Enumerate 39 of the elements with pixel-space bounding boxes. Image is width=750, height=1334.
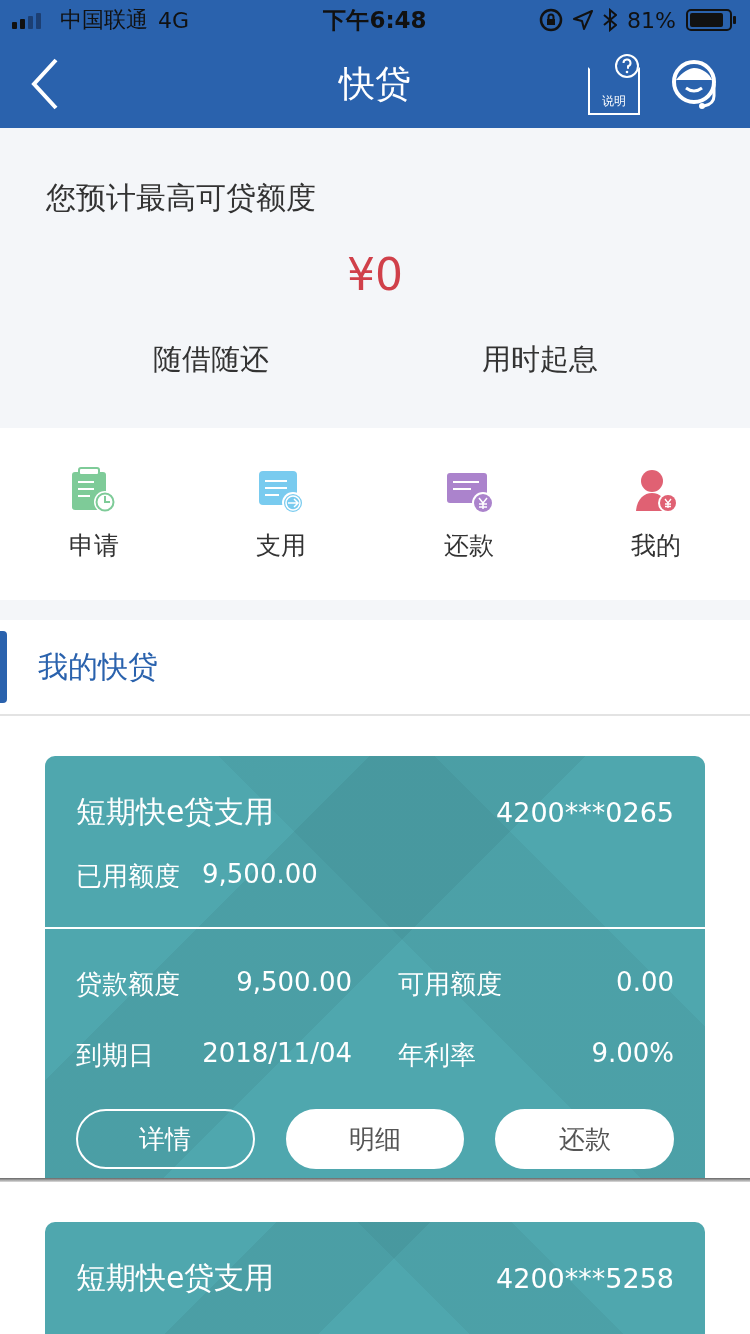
feature-text: 用时起息 [480,341,599,378]
loan-name: 短期快e贷支用 [76,1259,275,1297]
limit-amount: ¥0 [346,249,404,300]
detail-value: 0.00 [616,967,674,999]
clipboard-clock-icon [69,466,118,515]
section-marker [0,631,7,703]
detail-label: 年利率 [398,1039,476,1072]
action-button[interactable]: 还款 [495,1109,674,1169]
detail-value: 9,500.00 [236,967,352,999]
detail-value: 2018/11/04 [202,1038,352,1070]
detail-value: 9.00% [591,1038,674,1070]
battery-icon [686,8,738,32]
feature-text: 随借随还 [151,341,270,378]
detail-label: 可用额度 [398,968,502,1001]
network-type: 4G [158,7,190,33]
shortcut-button[interactable]: 我的 [562,466,750,562]
detail-label: 到期日 [76,1039,154,1072]
detail-label: 贷款额度 [76,968,180,1001]
account-number: 4200***5258 [496,1263,674,1294]
bluetooth-icon [603,8,618,32]
action-button[interactable]: 明细 [285,1109,465,1169]
rotation-lock-icon [539,8,564,32]
used-amount: 9,500.00 [202,859,318,891]
page-title: 快贷 [339,61,411,106]
limit-label: 您预计最高可贷额度 [46,179,317,217]
section-title: 我的快贷 [38,647,158,686]
help-button[interactable]: 说明 [588,53,640,115]
location-icon [573,10,594,30]
question-icon [614,53,640,79]
shortcut-button[interactable]: 申请 [0,466,188,562]
shortcut-button[interactable]: 还款 [375,466,563,562]
battery-percent: 81% [627,7,676,33]
account-number: 4200***0265 [496,797,674,828]
used-label: 已用额度 [76,860,180,893]
back-icon[interactable] [30,58,60,110]
shortcut-button[interactable]: 支用 [187,466,375,562]
status-time: 下午6:48 [323,6,427,33]
carrier-name: 中国联通 [60,6,148,34]
loan-name: 短期快e贷支用 [76,793,275,831]
